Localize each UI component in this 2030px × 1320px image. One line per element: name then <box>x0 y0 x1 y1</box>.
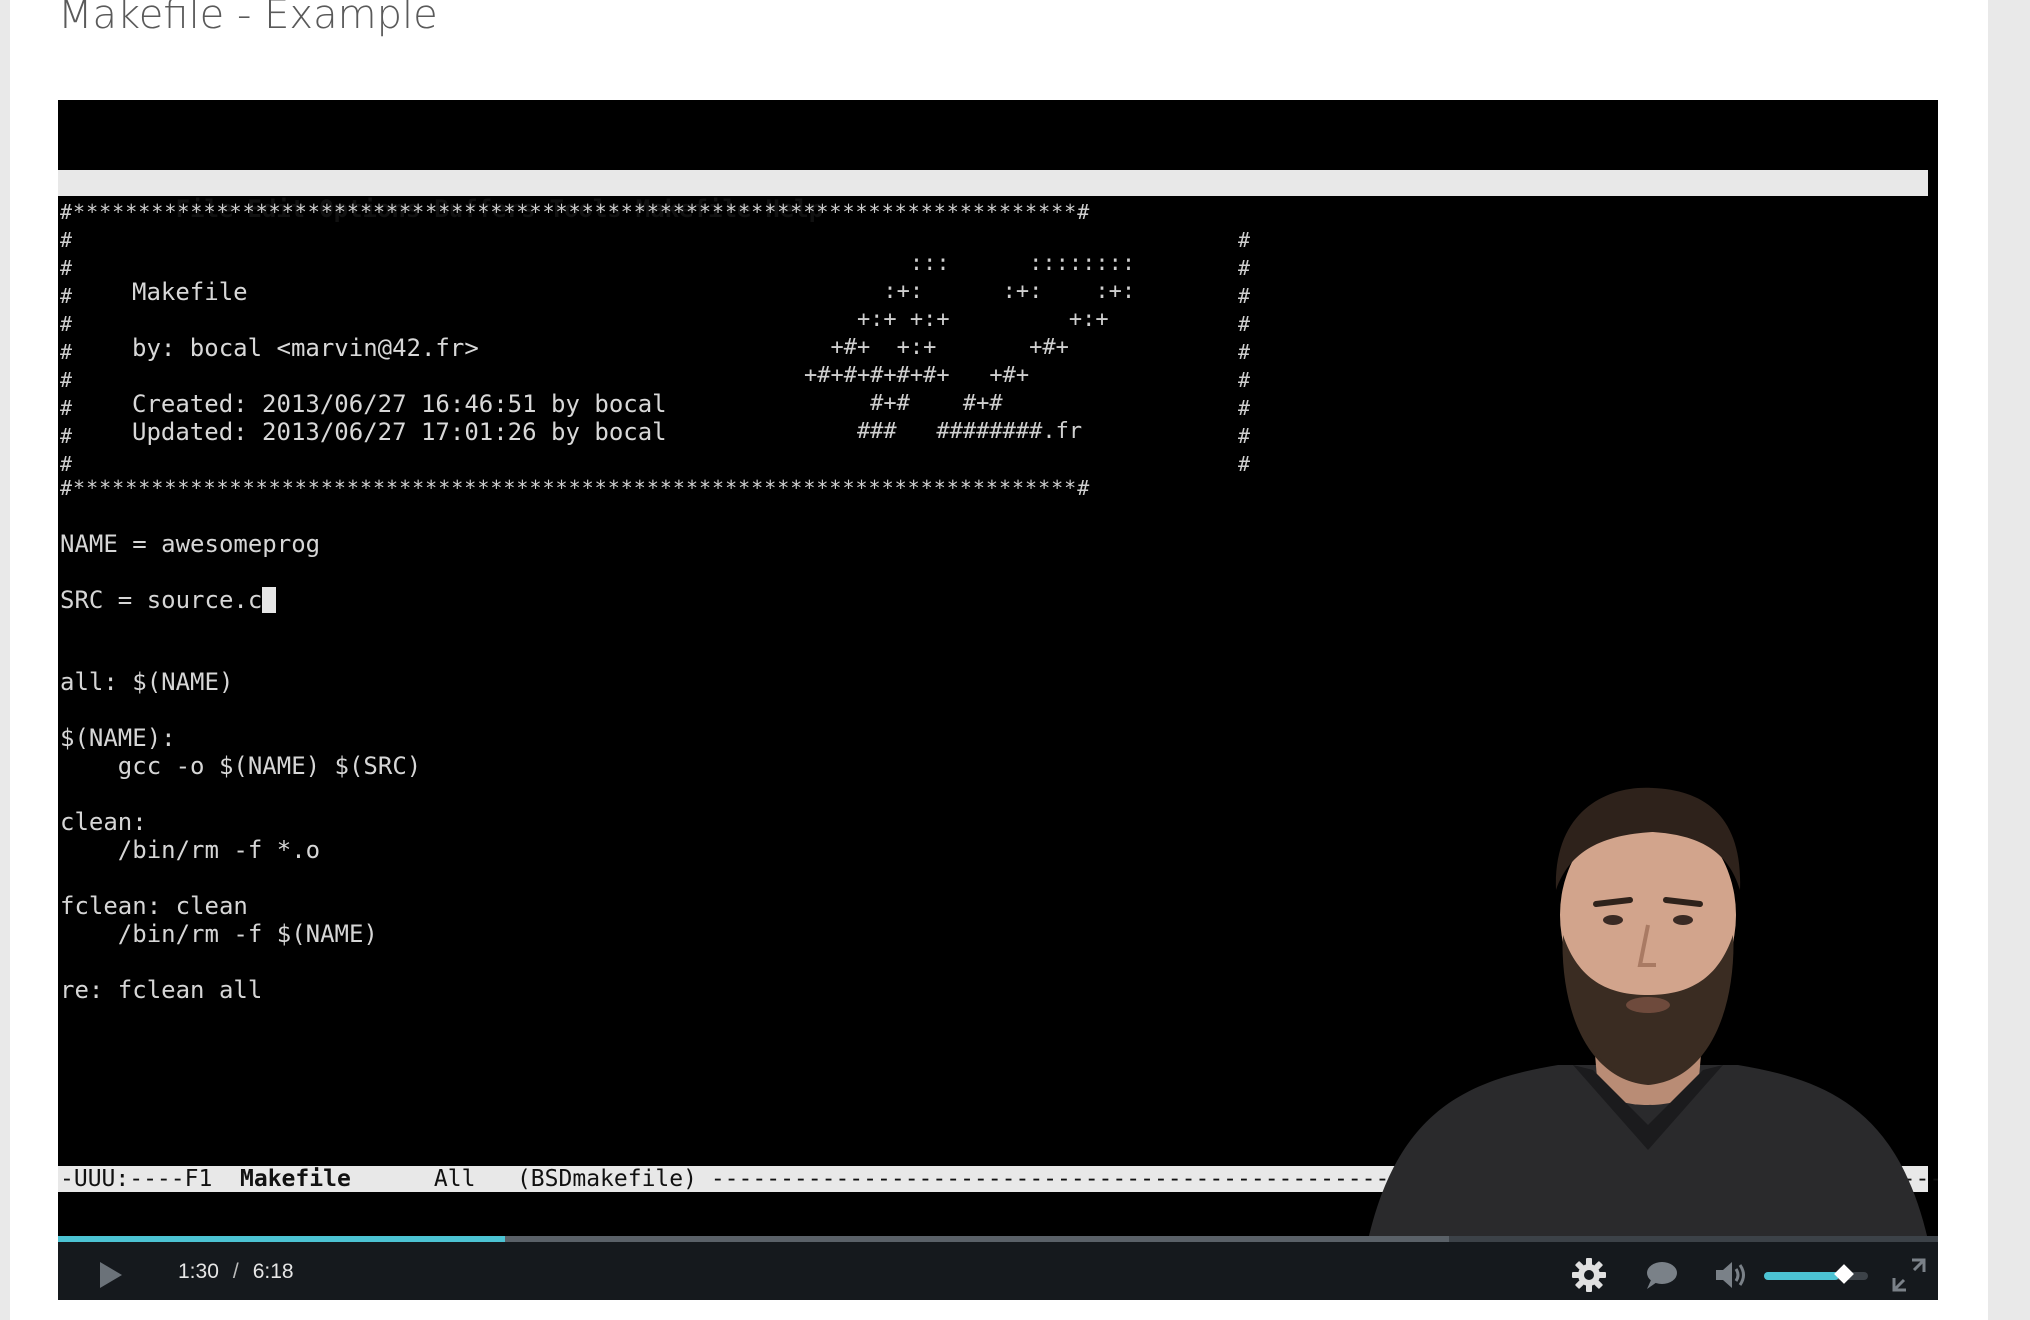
video-frame-emacs: File Edit Options Buffers Tools Makefile Help … <box>58 100 1938 1240</box>
emacs-menubar: File Edit Options Buffers Tools Makefile Help <box>58 170 1928 222</box>
presenter-video-overlay <box>1368 787 1928 1240</box>
header-hash: # <box>1238 452 1252 476</box>
header-updated: Updated: 2013/06/27 17:01:26 by bocal <box>132 418 667 446</box>
header-hash: # <box>1238 228 1252 252</box>
progress-bar[interactable] <box>58 1236 1938 1242</box>
modeline-buffer: Makefile <box>240 1166 351 1192</box>
header-hash: # <box>1238 340 1252 364</box>
fullscreen-icon[interactable] <box>1890 1256 1928 1294</box>
header-hash: # <box>60 424 74 448</box>
header-filename: Makefile <box>132 278 248 306</box>
header-hash: # <box>1238 424 1252 448</box>
ascii-art-42-line: :+: :+: :+: <box>698 279 1136 304</box>
modeline-position: All (BSDmakefile) <box>350 1166 711 1192</box>
page: Makefile - Example File Edit Options Buffer… <box>10 0 1988 1320</box>
header-hash: # <box>1238 396 1252 420</box>
header-hash: # <box>60 256 74 280</box>
header-created: Created: 2013/06/27 16:46:51 by bocal <box>132 390 667 418</box>
code-fclean-cmd: /bin/rm -f $(NAME) <box>60 920 378 948</box>
player-controls: 1:30 / 6:18 <box>58 1236 1938 1300</box>
ascii-art-42-line: +#+#+#+#+#+ +#+ <box>698 363 1030 388</box>
code-name-var: NAME = awesomeprog <box>60 530 321 558</box>
duration: 6:18 <box>252 1260 294 1283</box>
header-border-bottom: #***************************************… <box>60 476 1091 500</box>
volume-knob[interactable] <box>1833 1264 1854 1284</box>
ascii-art-42-line: +:+ +:+ +:+ <box>698 307 1109 332</box>
time-separator: / <box>232 1260 239 1283</box>
header-hash: # <box>1238 368 1252 392</box>
header-hash: # <box>1238 284 1252 308</box>
header-hash: # <box>60 284 74 308</box>
modeline-status: -UUU:----F1 <box>60 1166 241 1192</box>
code-all-rule: all: $(NAME) <box>60 668 234 696</box>
code-fclean-target: fclean: clean <box>60 892 248 920</box>
header-hash: # <box>60 340 74 364</box>
code-clean-target: clean: <box>60 808 147 836</box>
header-hash: # <box>1238 312 1252 336</box>
text-cursor <box>262 587 277 613</box>
time-display: 1:30 / 6:18 <box>178 1260 294 1284</box>
current-time: 1:30 <box>178 1260 219 1283</box>
code-clean-cmd: /bin/rm -f *.o <box>60 836 321 864</box>
header-hash: # <box>60 368 74 392</box>
ascii-art-42-line: #+# #+# <box>698 391 1003 416</box>
code-name-target: $(NAME): <box>60 724 176 752</box>
code-src-text: SRC = source.c <box>60 586 263 614</box>
code-src-var: SRC = source.c <box>60 586 277 614</box>
header-hash: # <box>60 396 74 420</box>
captions-icon[interactable] <box>1642 1256 1680 1294</box>
header-author: by: bocal <marvin@42.fr> <box>132 334 479 362</box>
header-border-top: #***************************************… <box>60 200 1091 224</box>
header-hash: # <box>60 312 74 336</box>
play-icon[interactable] <box>92 1258 126 1292</box>
code-re-rule: re: fclean all <box>60 976 263 1004</box>
page-title: Makefile - Example <box>58 0 438 38</box>
settings-gear-icon[interactable] <box>1570 1256 1608 1294</box>
progress-played <box>58 1236 505 1242</box>
header-hash: # <box>1238 256 1252 280</box>
volume-slider[interactable] <box>1764 1264 1868 1284</box>
ascii-art-42-line: +#+ +:+ +#+ <box>698 335 1069 360</box>
header-hash: # <box>60 228 74 252</box>
ascii-art-42-line: ### ########.fr <box>698 419 1083 444</box>
volume-icon[interactable] <box>1712 1256 1750 1294</box>
code-gcc-cmd: gcc -o $(NAME) $(SRC) <box>60 752 422 780</box>
ascii-art-42-line: ::: :::::::: <box>698 251 1136 276</box>
video-player[interactable]: File Edit Options Buffers Tools Makefile Help … <box>58 100 1938 1300</box>
volume-level <box>1764 1272 1839 1280</box>
